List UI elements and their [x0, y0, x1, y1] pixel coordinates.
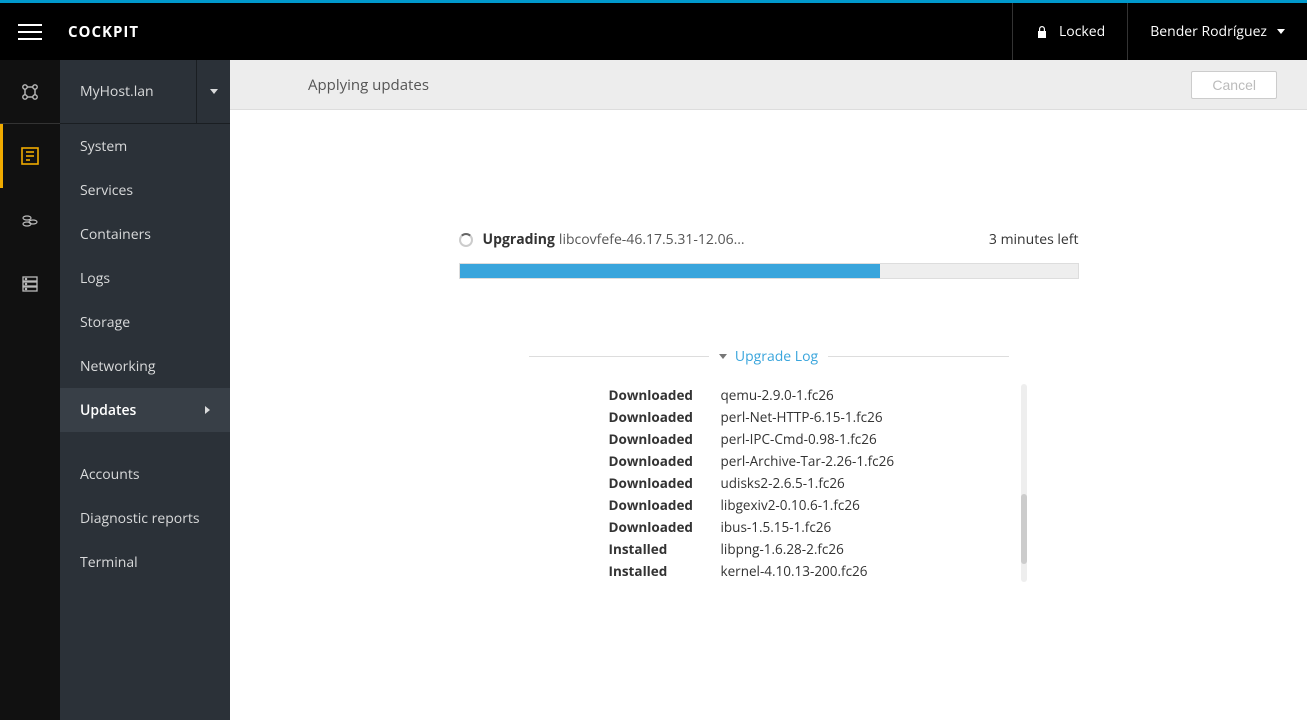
sidebar-item-updates[interactable]: Updates — [60, 388, 230, 432]
log-package-label: perl-Archive-Tar-2.26-1.fc26 — [721, 450, 895, 472]
spinner-icon — [459, 233, 473, 247]
log-row: Downloadedudisks2-2.6.5-1.fc26 — [609, 472, 1009, 494]
sidebar-item-label: Networking — [80, 357, 155, 376]
sidebar-item-label: Updates — [80, 401, 136, 420]
privilege-lock-label: Locked — [1059, 22, 1105, 41]
iconbar-server[interactable] — [0, 252, 60, 316]
chevron-down-icon — [1277, 29, 1285, 34]
sidebar-item-label: System — [80, 137, 127, 156]
log-status-label: Installed — [609, 538, 721, 560]
sidebar-item-terminal[interactable]: Terminal — [60, 540, 230, 584]
log-status-label: Downloaded — [609, 428, 721, 450]
chevron-right-icon — [205, 406, 210, 414]
sidebar-item-diagnostic-reports[interactable]: Diagnostic reports — [60, 496, 230, 540]
user-menu-button[interactable]: Bender Rodríguez — [1127, 3, 1307, 60]
log-row: Downloadedlibgexiv2-0.10.6-1.fc26 — [609, 494, 1009, 516]
brand-label: COCKPIT — [60, 22, 139, 42]
log-status-label: Downloaded — [609, 406, 721, 428]
log-package-label: perl-IPC-Cmd-0.98-1.fc26 — [721, 428, 877, 450]
log-row: Installedkernel-4.10.13-200.fc26 — [609, 560, 1009, 582]
iconbar-system[interactable] — [0, 124, 60, 188]
sidebar-item-logs[interactable]: Logs — [60, 256, 230, 300]
host-selector: MyHost.lan — [60, 60, 230, 124]
main-panel: Applying updates Cancel Upgrading libcov… — [230, 60, 1307, 720]
log-row: Downloadedperl-Net-HTTP-6.15-1.fc26 — [609, 406, 1009, 428]
chevron-down-icon — [210, 89, 218, 94]
sidebar-item-label: Containers — [80, 225, 151, 244]
sidebar-item-label: Terminal — [80, 553, 138, 572]
log-row: Downloadedqemu-2.9.0-1.fc26 — [609, 384, 1009, 406]
log-package-label: udisks2-2.6.5-1.fc26 — [721, 472, 845, 494]
log-status-label: Downloaded — [609, 384, 721, 406]
iconbar-containers[interactable] — [0, 188, 60, 252]
log-title-label: Upgrade Log — [735, 347, 818, 366]
log-package-label: kernel-4.10.13-200.fc26 — [721, 560, 868, 582]
privilege-lock-button[interactable]: Locked — [1012, 3, 1127, 60]
sidebar-item-label: Services — [80, 181, 133, 200]
log-row: Downloadedperl-IPC-Cmd-0.98-1.fc26 — [609, 428, 1009, 450]
sidebar-item-containers[interactable]: Containers — [60, 212, 230, 256]
user-name-label: Bender Rodríguez — [1150, 22, 1267, 41]
log-package-label: perl-Net-HTTP-6.15-1.fc26 — [721, 406, 883, 428]
sidebar-item-label: Logs — [80, 269, 110, 288]
sidebar-item-storage[interactable]: Storage — [60, 300, 230, 344]
action-label: Upgrading — [483, 230, 555, 249]
menu-toggle-button[interactable] — [0, 3, 60, 60]
iconbar-dashboard[interactable] — [0, 60, 60, 124]
sidebar-item-label: Storage — [80, 313, 130, 332]
lock-icon — [1035, 25, 1049, 39]
host-name-label: MyHost.lan — [60, 82, 196, 101]
current-package-label: libcovfefe-46.17.5.31-12.06... — [559, 230, 979, 249]
log-status-label: Installed — [609, 560, 721, 582]
sidebar-item-networking[interactable]: Networking — [60, 344, 230, 388]
log-package-label: libgexiv2-0.10.6-1.fc26 — [721, 494, 860, 516]
page-header: Applying updates Cancel — [230, 60, 1307, 110]
sidebar-item-accounts[interactable]: Accounts — [60, 452, 230, 496]
sidebar-item-label: Diagnostic reports — [80, 509, 200, 528]
upgrade-log-section: Upgrade Log Downloadedqemu-2.9.0-1.fc26D… — [529, 347, 1009, 582]
chevron-down-icon — [719, 354, 727, 359]
host-iconbar — [0, 60, 60, 720]
log-package-label: ibus-1.5.15-1.fc26 — [721, 516, 832, 538]
log-scroll-thumb[interactable] — [1021, 494, 1027, 564]
log-package-label: qemu-2.9.0-1.fc26 — [721, 384, 834, 406]
topbar: COCKPIT Locked Bender Rodríguez — [0, 3, 1307, 60]
log-row: Installedlibpng-1.6.28-2.fc26 — [609, 538, 1009, 560]
page-title: Applying updates — [308, 75, 429, 95]
log-scrollbar[interactable] — [1021, 384, 1027, 582]
log-package-label: libpng-1.6.28-2.fc26 — [721, 538, 844, 560]
log-status-label: Downloaded — [609, 472, 721, 494]
log-row: Downloadedibus-1.5.15-1.fc26 — [609, 516, 1009, 538]
progress-bar — [459, 263, 1079, 279]
log-toggle-button[interactable]: Upgrade Log — [709, 347, 828, 366]
progress-fill — [460, 264, 880, 278]
sidebar-item-services[interactable]: Services — [60, 168, 230, 212]
log-row: Downloadedperl-Archive-Tar-2.26-1.fc26 — [609, 450, 1009, 472]
sidebar-item-label: Accounts — [80, 465, 140, 484]
sidebar-item-system[interactable]: System — [60, 124, 230, 168]
hamburger-icon — [18, 24, 42, 40]
progress-section: Upgrading libcovfefe-46.17.5.31-12.06...… — [459, 230, 1079, 279]
log-status-label: Downloaded — [609, 516, 721, 538]
nav-sidebar: MyHost.lan System Services Containers Logs S… — [60, 60, 230, 720]
log-status-label: Downloaded — [609, 450, 721, 472]
cancel-button[interactable]: Cancel — [1191, 71, 1277, 99]
host-dropdown-button[interactable] — [196, 60, 230, 124]
log-status-label: Downloaded — [609, 494, 721, 516]
time-remaining-label: 3 minutes left — [989, 230, 1079, 249]
